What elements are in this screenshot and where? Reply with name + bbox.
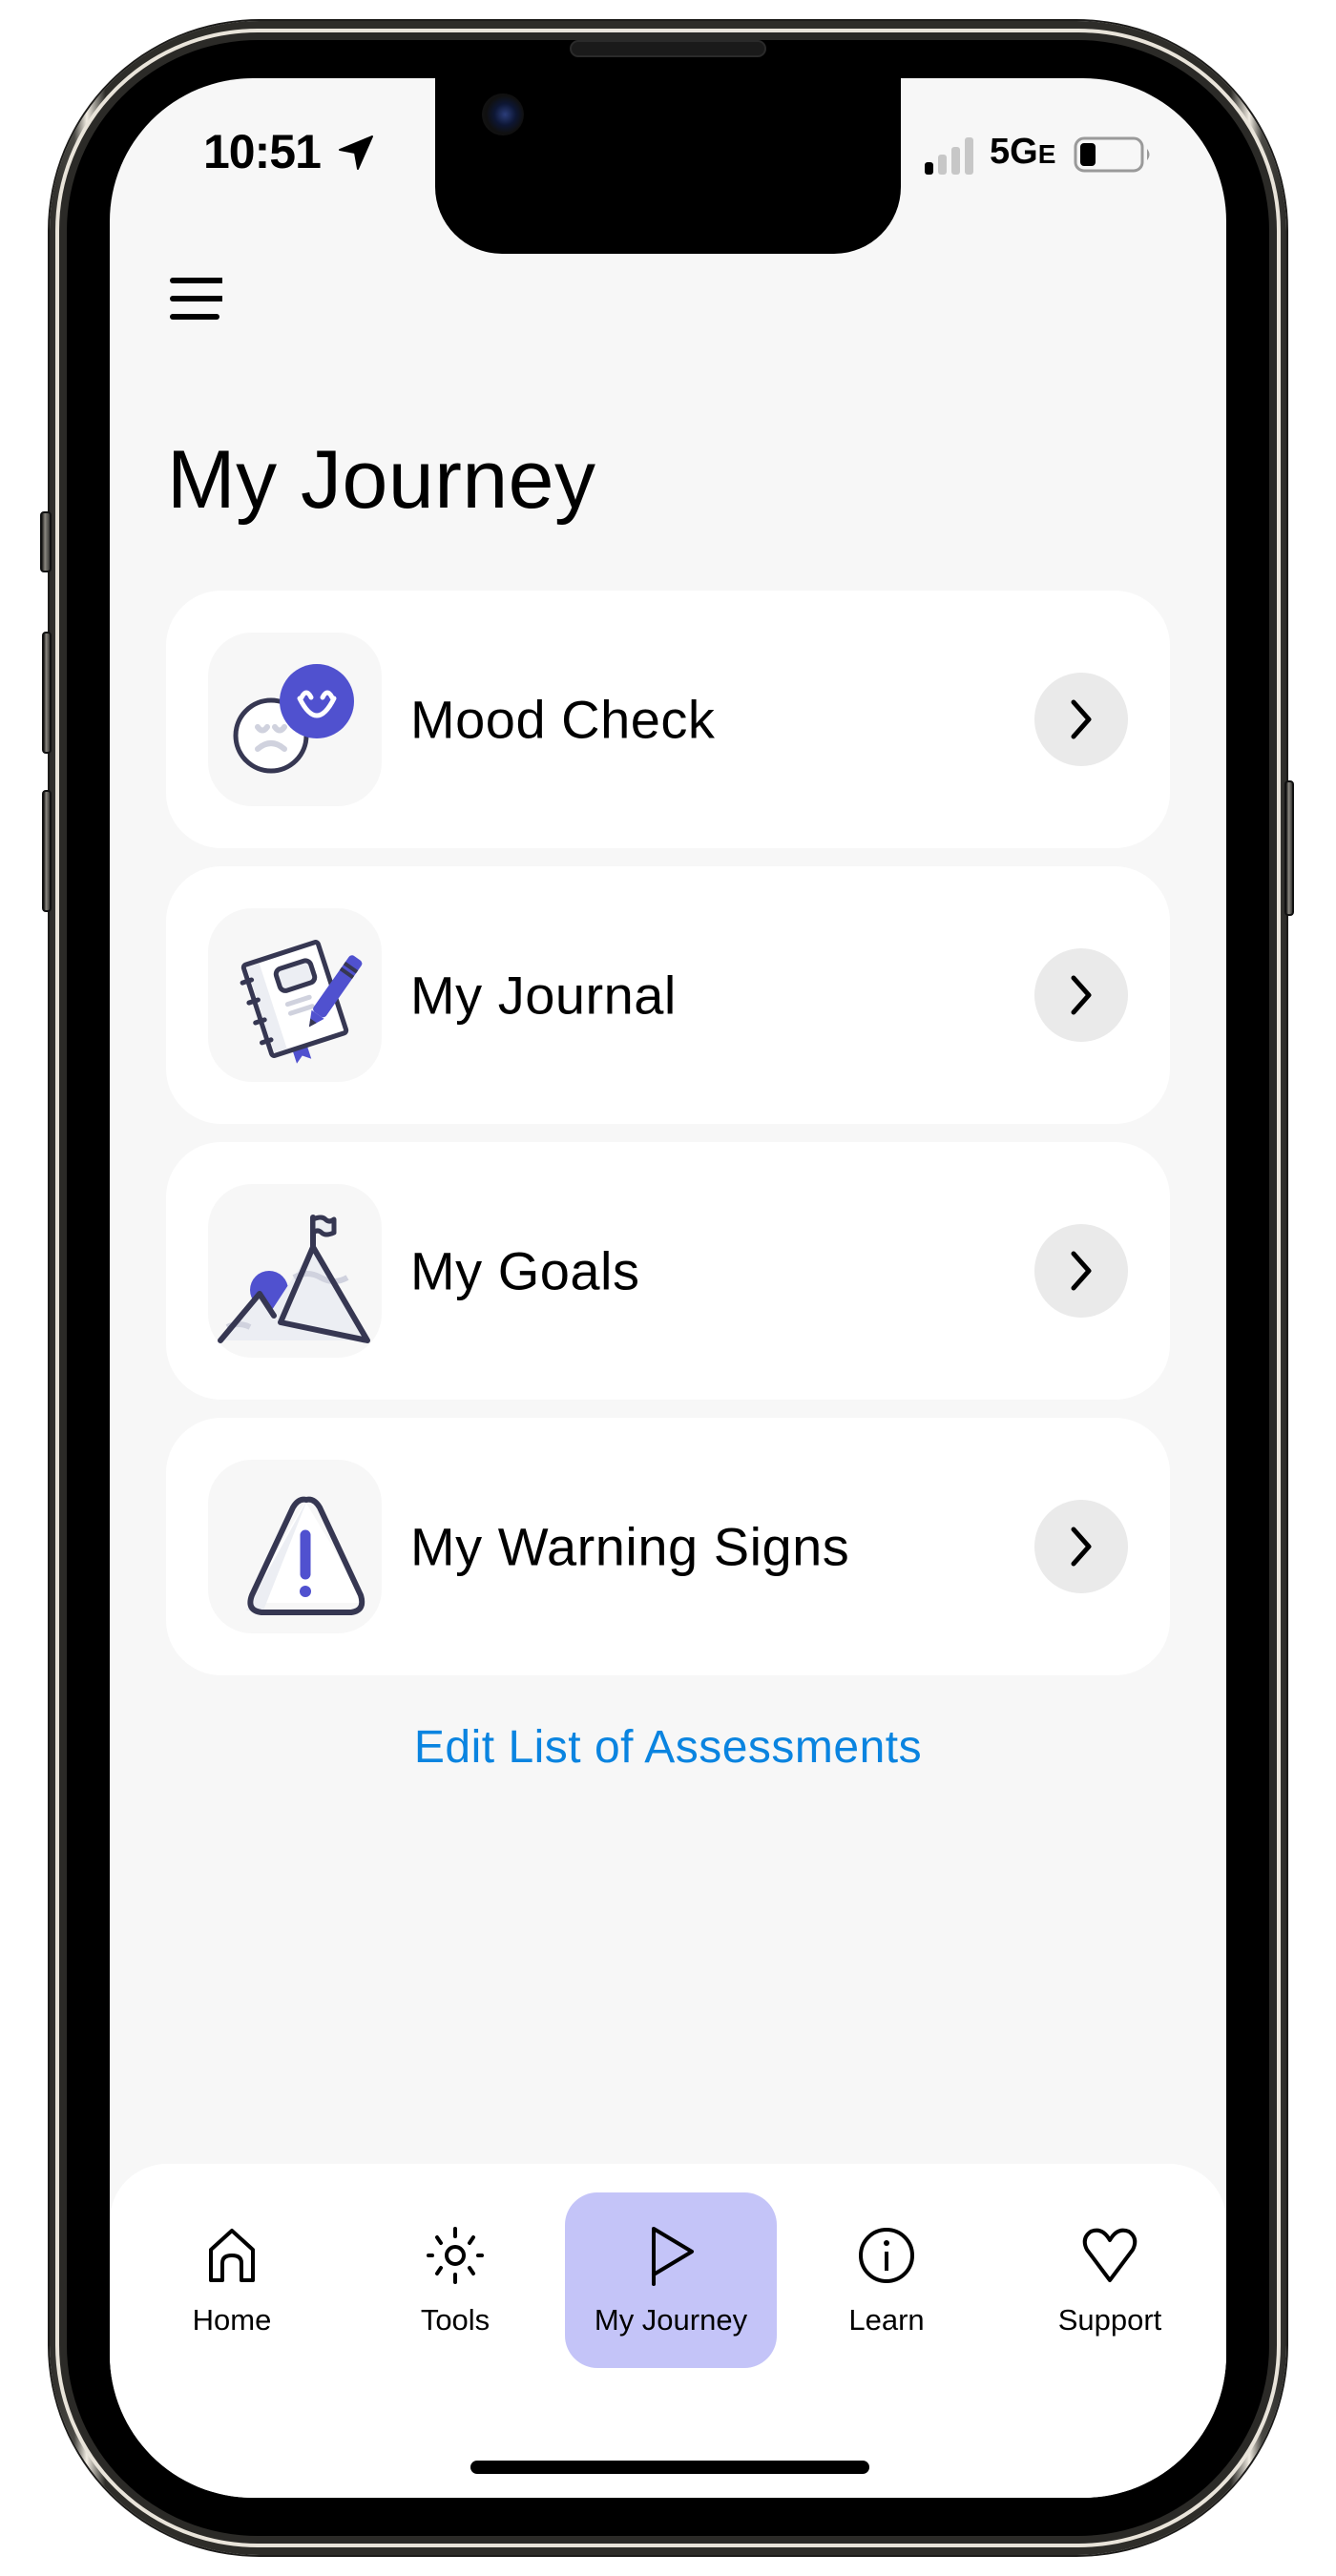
page-title: My Journey	[167, 434, 596, 526]
chevron-right-icon	[1071, 1527, 1092, 1567]
tab-label: Tools	[420, 2303, 491, 2337]
card-label: My Warning Signs	[410, 1516, 850, 1577]
tab-learn[interactable]: Learn	[781, 2192, 992, 2368]
edit-assessments-link[interactable]: Edit List of Assessments	[110, 1721, 1226, 1774]
tab-my-journey[interactable]: My Journey	[565, 2192, 777, 2368]
tab-support[interactable]: Support	[1004, 2192, 1216, 2368]
tab-label: Home	[192, 2303, 272, 2337]
tab-tools[interactable]: Tools	[349, 2192, 561, 2368]
power-button	[1284, 780, 1294, 916]
flag-icon	[652, 2227, 694, 2286]
card-my-warning-signs[interactable]: My Warning Signs	[166, 1418, 1170, 1675]
card-label: My Goals	[410, 1240, 640, 1301]
earpiece-speaker	[570, 40, 766, 57]
mountain-flag-icon	[218, 1215, 370, 1343]
journal-notebook-icon	[240, 940, 363, 1064]
card-my-goals[interactable]: My Goals	[166, 1142, 1170, 1400]
chevron-right-button[interactable]	[1034, 1500, 1128, 1593]
mood-faces-icon	[233, 664, 354, 774]
tab-label: Support	[1057, 2303, 1162, 2337]
volume-down-button	[42, 790, 52, 912]
sun-tools-icon	[427, 2227, 484, 2284]
card-icon-container	[208, 1460, 382, 1633]
card-label: My Journal	[410, 965, 677, 1026]
card-mood-check[interactable]: Mood Check	[166, 591, 1170, 848]
card-label: Mood Check	[410, 689, 716, 750]
chevron-right-icon	[1071, 975, 1092, 1015]
location-arrow-icon	[339, 135, 373, 170]
network-suffix: E	[1037, 139, 1056, 169]
screen: 10:51 5GE My Journey Mood Check My Journ…	[110, 78, 1226, 2498]
journey-card-list: Mood Check My Journal My Goals My Warnin…	[166, 591, 1170, 1693]
info-circle-icon	[859, 2228, 914, 2283]
cellular-signal-icon	[925, 137, 973, 175]
home-indicator[interactable]	[470, 2461, 869, 2474]
card-icon-container	[208, 1184, 382, 1358]
tab-home[interactable]: Home	[126, 2192, 338, 2368]
warning-triangle-icon	[246, 1496, 366, 1615]
silent-switch	[40, 511, 52, 572]
network-label: 5G	[990, 132, 1038, 172]
chevron-right-button[interactable]	[1034, 948, 1128, 1042]
network-type: 5GE	[990, 132, 1055, 173]
volume-up-button	[42, 632, 52, 754]
card-my-journal[interactable]: My Journal	[166, 866, 1170, 1124]
card-icon-container	[208, 633, 382, 806]
tab-label: My Journey	[594, 2303, 748, 2337]
status-time: 10:51	[203, 125, 322, 178]
tab-label: Learn	[848, 2303, 925, 2337]
front-camera	[482, 93, 524, 135]
battery-low-icon	[1074, 136, 1150, 173]
bottom-tab-bar: Home Tools My Journey Learn Support	[110, 2164, 1226, 2498]
chevron-right-icon	[1071, 1251, 1092, 1291]
chevron-right-button[interactable]	[1034, 1224, 1128, 1318]
chevron-right-icon	[1071, 699, 1092, 739]
home-icon	[209, 2229, 255, 2282]
hamburger-menu-icon[interactable]	[156, 265, 222, 322]
chevron-right-button[interactable]	[1034, 673, 1128, 766]
card-icon-container	[208, 908, 382, 1082]
heart-icon	[1082, 2228, 1138, 2282]
